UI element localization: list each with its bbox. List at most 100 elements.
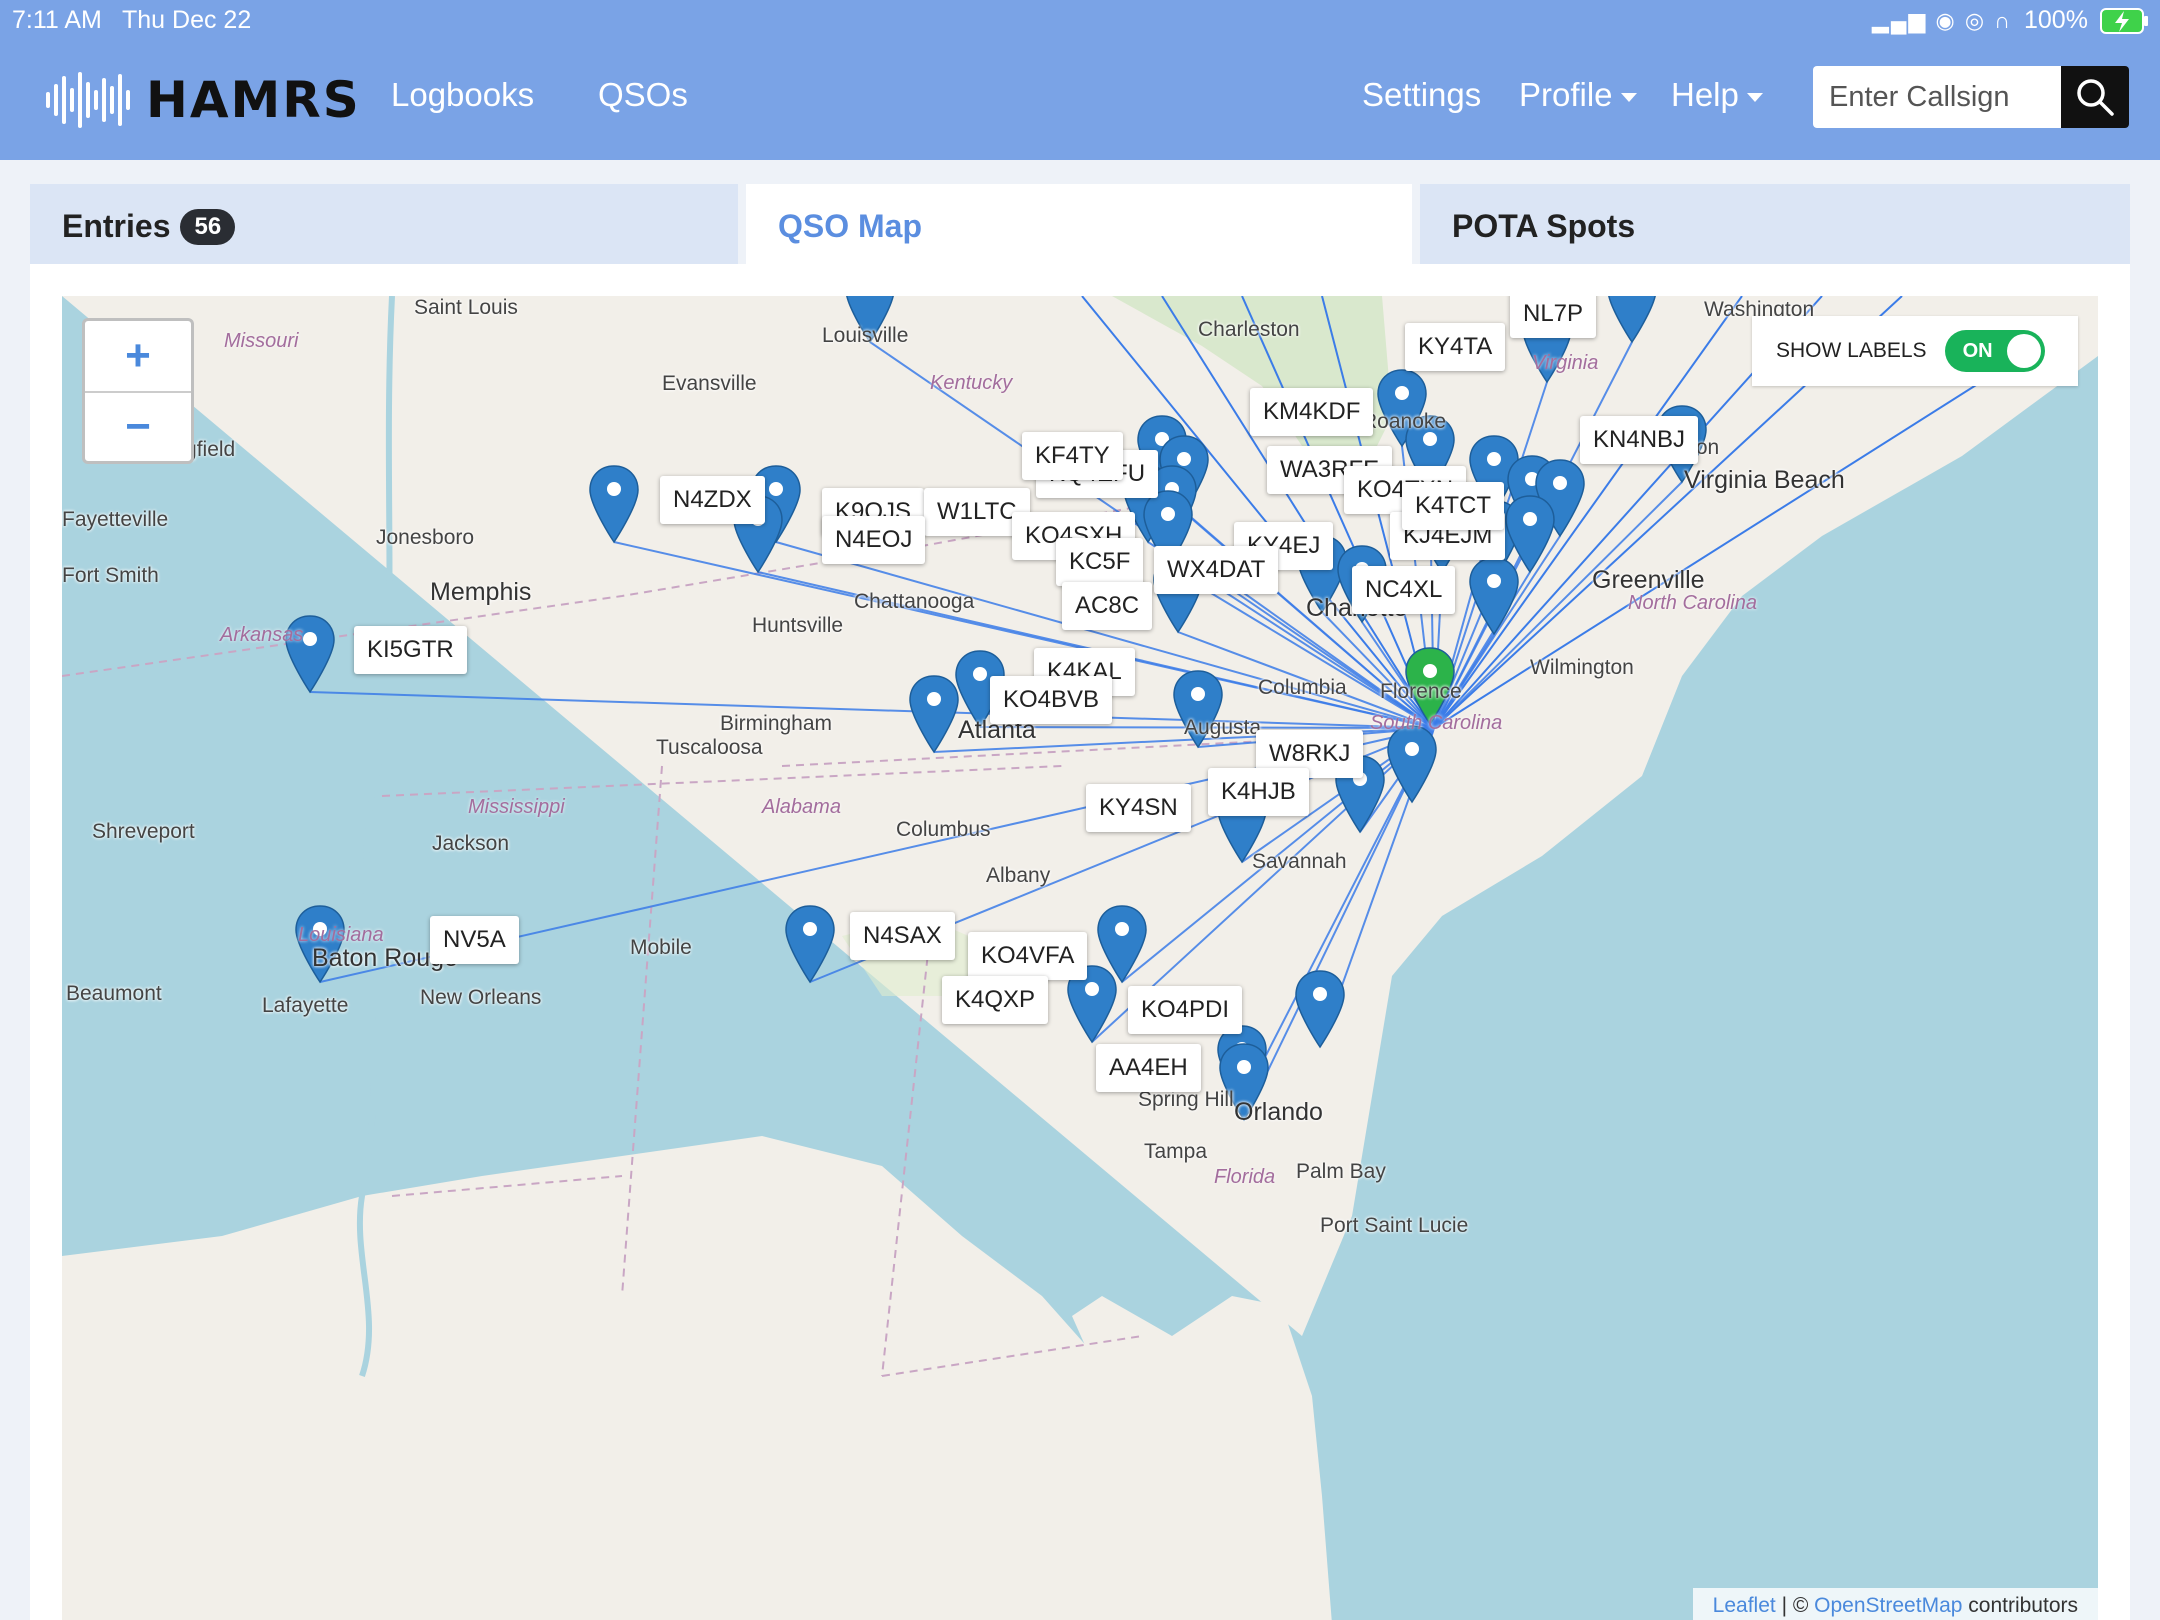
callsign-label[interactable]: KC5F xyxy=(1056,538,1144,586)
chevron-down-icon xyxy=(1620,92,1637,102)
city-label: Port Saint Lucie xyxy=(1320,1214,1469,1237)
city-label: Jonesboro xyxy=(376,526,475,549)
tab-entries-label: Entries xyxy=(62,208,171,244)
callsign-search-input[interactable] xyxy=(1813,66,2061,128)
callsign-label[interactable]: WX4DAT xyxy=(1154,546,1279,594)
state-label: Florida xyxy=(1214,1166,1276,1188)
state-label: North Carolina xyxy=(1628,592,1757,614)
callsign-label[interactable]: AA4EH xyxy=(1096,1044,1201,1092)
city-label: Lafayette xyxy=(262,994,349,1017)
brand-logo[interactable]: HAMRS xyxy=(44,71,361,129)
map-attribution: Leaflet | © OpenStreetMap contributors xyxy=(1692,1588,2098,1620)
city-label: Charleston xyxy=(1198,318,1300,341)
callsign-label[interactable]: N4EOJ xyxy=(822,516,926,564)
qso-marker-icon[interactable] xyxy=(589,465,639,544)
nav-settings[interactable]: Settings xyxy=(1362,76,1481,114)
city-label: Columbia xyxy=(1258,676,1347,699)
city-label: Virginia Beach xyxy=(1684,466,1845,494)
state-label: Virginia xyxy=(1532,352,1599,374)
brand-name: HAMRS xyxy=(146,71,361,129)
search-button[interactable] xyxy=(2061,66,2129,128)
state-label: Kentucky xyxy=(930,372,1013,394)
city-label: Roanoke xyxy=(1362,410,1447,433)
callsign-label[interactable]: KI5GTR xyxy=(354,626,467,674)
callsign-label[interactable]: KN4NBJ xyxy=(1580,416,1699,464)
nav-logbooks[interactable]: Logbooks xyxy=(391,76,534,114)
callsign-label[interactable]: N4SAX xyxy=(850,912,955,960)
state-label: Mississippi xyxy=(468,796,565,818)
attribution-suffix: contributors xyxy=(1962,1594,2078,1617)
tab-entries[interactable]: Entries 56 xyxy=(30,184,738,264)
main-content: Entries 56 QSO Map POTA Spots Saint Loui… xyxy=(0,160,2160,1620)
show-labels-control: SHOW LABELS ON xyxy=(1752,316,2078,386)
state-label: Missouri xyxy=(224,330,299,352)
nav-profile-label: Profile xyxy=(1519,76,1613,113)
city-label: Savannah xyxy=(1252,850,1347,873)
zoom-in-button[interactable]: + xyxy=(85,321,191,391)
city-label: Greenville xyxy=(1592,566,1705,594)
map-panel: Saint Louis Louisville Charleston Evansvill… xyxy=(30,264,2130,1620)
waveform-icon xyxy=(46,72,130,128)
city-label: Fort Smith xyxy=(62,564,159,587)
city-label: Tampa xyxy=(1144,1140,1208,1163)
city-label: Saint Louis xyxy=(414,296,518,319)
status-time: 7:11 AM xyxy=(12,6,102,34)
callsign-label[interactable]: AC8C xyxy=(1062,582,1153,630)
callsign-label[interactable]: NL7P xyxy=(1510,296,1597,338)
zoom-out-button[interactable]: − xyxy=(85,391,191,461)
show-labels-text: SHOW LABELS xyxy=(1776,339,1927,362)
city-label: Orlando xyxy=(1234,1098,1323,1126)
qso-marker-icon[interactable] xyxy=(785,905,835,984)
callsign-label[interactable]: N4ZDX xyxy=(660,476,765,524)
callsign-label[interactable]: KY4SN xyxy=(1086,784,1191,832)
tab-pota-spots[interactable]: POTA Spots xyxy=(1420,184,2130,264)
qso-marker-icon[interactable] xyxy=(1295,970,1345,1049)
qso-marker-icon[interactable] xyxy=(1387,725,1437,804)
city-label: Albany xyxy=(986,864,1051,887)
nav-help-dropdown[interactable]: Help xyxy=(1671,76,1763,114)
callsign-label[interactable]: KY4TA xyxy=(1405,323,1506,371)
tab-qso-map[interactable]: QSO Map xyxy=(746,184,1412,264)
state-label: South Carolina xyxy=(1370,712,1503,734)
show-labels-toggle[interactable]: ON xyxy=(1944,330,2045,372)
callsign-label[interactable]: K4TCT xyxy=(1402,482,1505,530)
qso-map[interactable]: Saint Louis Louisville Charleston Evansvill… xyxy=(62,296,2098,1620)
status-bar: 7:11 AM Thu Dec 22 ▂▄▆ ◉ ◎ ∩ 100% xyxy=(0,0,2160,38)
city-label: Augusta xyxy=(1184,716,1262,739)
attribution-sep: | © xyxy=(1775,1594,1815,1617)
callsign-label[interactable]: KM4KDF xyxy=(1250,388,1374,436)
toggle-state: ON xyxy=(1962,340,1993,362)
callsign-label[interactable]: NV5A xyxy=(430,916,519,964)
callsign-label[interactable]: KO4PDI xyxy=(1128,986,1243,1034)
qso-marker-icon[interactable] xyxy=(1505,495,1555,574)
callsign-label[interactable]: K4HJB xyxy=(1208,768,1309,816)
city-label: Palm Bay xyxy=(1296,1160,1386,1183)
qso-marker-icon[interactable] xyxy=(1608,296,1656,344)
qso-marker-icon[interactable] xyxy=(909,675,959,754)
battery-icon xyxy=(2100,8,2150,41)
nav-profile-dropdown[interactable]: Profile xyxy=(1519,76,1637,114)
leaflet-link[interactable]: Leaflet xyxy=(1713,1594,1776,1617)
city-label: Evansville xyxy=(662,372,757,395)
state-label: Arkansas xyxy=(220,624,304,646)
city-label: Memphis xyxy=(430,578,532,606)
city-label: Wilmington xyxy=(1530,656,1634,679)
city-label: Shreveport xyxy=(92,820,195,843)
nav-help-label: Help xyxy=(1671,76,1739,113)
callsign-label[interactable]: KO4VFA xyxy=(968,932,1088,980)
callsign-label[interactable]: NC4XL xyxy=(1352,566,1456,614)
city-label: Tuscaloosa xyxy=(656,736,763,759)
callsign-label[interactable]: K4QXP xyxy=(942,976,1049,1024)
toggle-knob xyxy=(2006,334,2041,368)
city-label: Beaumont xyxy=(66,982,162,1005)
nav-qsos[interactable]: QSOs xyxy=(598,76,688,114)
entries-count-badge: 56 xyxy=(180,209,236,245)
status-date: Thu Dec 22 xyxy=(122,6,252,34)
callsign-label[interactable]: KO4BVB xyxy=(990,676,1113,724)
callsign-label[interactable]: KF4TY xyxy=(1022,432,1123,480)
city-label: Fayetteville xyxy=(62,508,169,531)
city-label: Birmingham xyxy=(720,712,833,735)
city-label: New Orleans xyxy=(420,986,542,1009)
osm-link[interactable]: OpenStreetMap xyxy=(1814,1594,1962,1617)
city-label: Columbus xyxy=(896,818,991,841)
